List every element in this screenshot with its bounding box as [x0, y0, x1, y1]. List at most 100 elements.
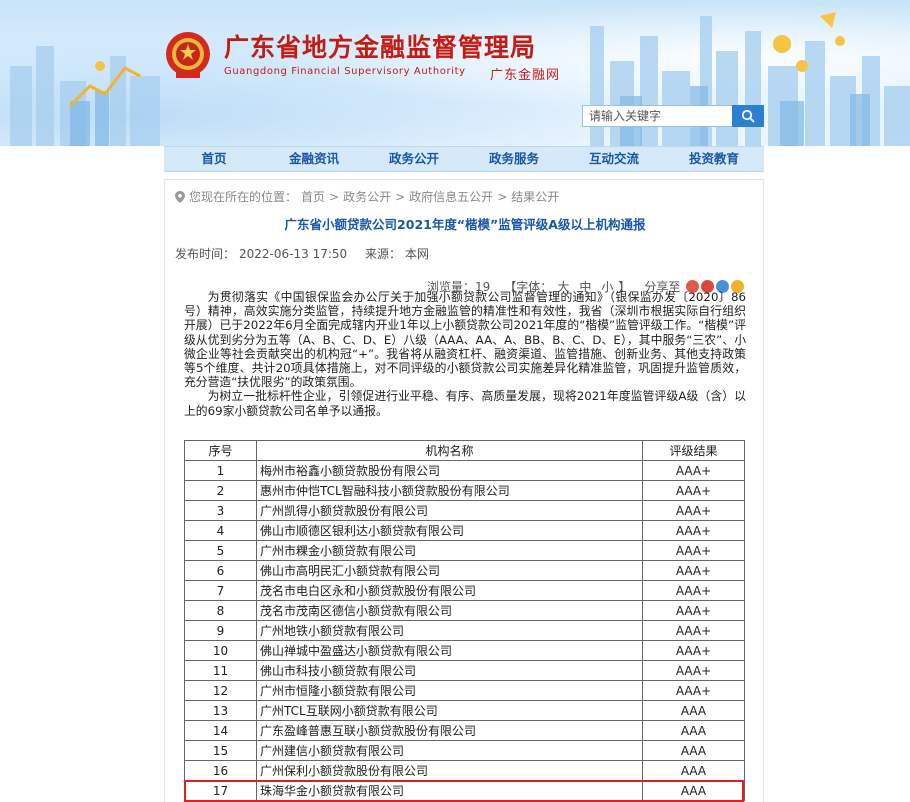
row-institution: 广州市粿金小额贷款有限公司 [256, 540, 643, 561]
table-row: 17 珠海华金小额贷款有限公司 AAA [184, 780, 745, 801]
row-rating: AAA [642, 760, 745, 781]
article-paragraph-2: 为树立一批标杆性企业，引领促进行业平稳、有序、高质量发展，现将2021年度监管评… [184, 389, 746, 418]
row-rating: AAA+ [642, 580, 745, 601]
row-institution: 梅州市裕鑫小额贷款股份有限公司 [256, 460, 643, 481]
article-body: 为贯彻落实《中国银保监会办公厅关于加强小额贷款公司监督管理的通知》（银保监办发〔… [184, 290, 746, 418]
table-row: 5 广州市粿金小额贷款有限公司 AAA+ [184, 540, 745, 561]
row-rating: AAA+ [642, 680, 745, 701]
header-rating: 评级结果 [642, 440, 745, 461]
row-institution: 惠州市仲恺TCL智融科技小额贷款股份有限公司 [256, 480, 643, 501]
row-institution: 佛山市高明民汇小额贷款有限公司 [256, 560, 643, 581]
table-row: 3 广州凯得小额贷款股份有限公司 AAA+ [184, 500, 745, 521]
site-short-name: 广东金融网 [490, 68, 561, 83]
row-index: 17 [184, 780, 257, 801]
nav-item-investor-education[interactable]: 投资教育 [664, 147, 764, 171]
breadcrumb-separator: > [329, 189, 340, 204]
row-index: 10 [184, 640, 257, 661]
row-index: 5 [184, 540, 257, 561]
table-row: 16 广州保利小额贷款股份有限公司 AAA [184, 760, 745, 781]
row-index: 2 [184, 480, 257, 501]
breadcrumb-prefix: 您现在所在的位置： [189, 190, 298, 204]
breadcrumb-separator: > [395, 189, 406, 204]
row-rating: AAA+ [642, 520, 745, 541]
row-index: 6 [184, 560, 257, 581]
table-row: 12 广州市恒隆小额贷款有限公司 AAA+ [184, 680, 745, 701]
header-institution: 机构名称 [256, 440, 643, 461]
breadcrumb-results[interactable]: 结果公开 [511, 188, 559, 205]
main-nav: 首页 金融资讯 政务公开 政务服务 互动交流 投资教育 [164, 146, 764, 172]
table-row: 4 佛山市顺德区银利达小额贷款有限公司 AAA+ [184, 520, 745, 541]
row-rating: AAA+ [642, 480, 745, 501]
row-rating: AAA+ [642, 560, 745, 581]
search-input[interactable] [582, 105, 732, 127]
table-row: 6 佛山市高明民汇小额贷款有限公司 AAA+ [184, 560, 745, 581]
header-banner: 广东省地方金融监督管理局 Guangdong Financial Supervi… [0, 0, 910, 146]
row-index: 3 [184, 500, 257, 521]
row-institution: 茂名市电白区永和小额贷款股份有限公司 [256, 580, 643, 601]
rating-table: 序号 机构名称 评级结果 1 梅州市裕鑫小额贷款股份有限公司 AAA+ 2 惠州市仲恺T… [184, 440, 745, 801]
row-index: 1 [184, 460, 257, 481]
row-institution: 珠海华金小额贷款有限公司 [256, 780, 643, 801]
row-rating: AAA+ [642, 540, 745, 561]
row-institution: 佛山禅城中盈盛达小额贷款有限公司 [256, 640, 643, 661]
row-index: 16 [184, 760, 257, 781]
table-row: 7 茂名市电白区永和小额贷款股份有限公司 AAA+ [184, 580, 745, 601]
table-row: 15 广州建信小额贷款有限公司 AAA [184, 740, 745, 761]
breadcrumb: 您现在所在的位置： 首页 > 政务公开 > 政府信息五公开 > 结果公开 [175, 188, 559, 205]
row-index: 14 [184, 720, 257, 741]
breadcrumb-separator: > [497, 189, 508, 204]
row-institution: 广州市恒隆小额贷款有限公司 [256, 680, 643, 701]
search-bar [582, 105, 764, 127]
row-institution: 广州建信小额贷款有限公司 [256, 740, 643, 761]
row-index: 9 [184, 620, 257, 641]
row-rating: AAA+ [642, 660, 745, 681]
row-rating: AAA+ [642, 640, 745, 661]
row-institution: 佛山市科技小额贷款有限公司 [256, 660, 643, 681]
row-rating: AAA+ [642, 620, 745, 641]
row-index: 7 [184, 580, 257, 601]
publish-label: 发布时间： [175, 247, 236, 261]
row-institution: 广州TCL互联网小额贷款有限公司 [256, 700, 643, 721]
table-row: 10 佛山禅城中盈盛达小额贷款有限公司 AAA+ [184, 640, 745, 661]
table-row: 11 佛山市科技小额贷款有限公司 AAA+ [184, 660, 745, 681]
publish-time: 2022-06-13 17:50 [239, 247, 348, 261]
nav-item-finance-news[interactable]: 金融资讯 [264, 147, 364, 171]
table-row: 2 惠州市仲恺TCL智融科技小额贷款股份有限公司 AAA+ [184, 480, 745, 501]
site-title: 广东省地方金融监督管理局 [224, 33, 537, 62]
nav-item-government-services[interactable]: 政务服务 [464, 147, 564, 171]
breadcrumb-government-affairs[interactable]: 政务公开 [343, 188, 391, 205]
nav-item-government-affairs[interactable]: 政务公开 [364, 147, 464, 171]
row-rating: AAA [642, 740, 745, 761]
row-index: 8 [184, 600, 257, 621]
row-institution: 佛山市顺德区银利达小额贷款有限公司 [256, 520, 643, 541]
row-institution: 广州保利小额贷款股份有限公司 [256, 760, 643, 781]
row-rating: AAA [642, 780, 745, 801]
row-rating: AAA+ [642, 600, 745, 621]
nav-item-interaction[interactable]: 互动交流 [564, 147, 664, 171]
row-institution: 广州地铁小额贷款有限公司 [256, 620, 643, 641]
breadcrumb-five-disclosures[interactable]: 政府信息五公开 [409, 188, 493, 205]
search-icon [741, 109, 755, 123]
article-title: 广东省小额贷款公司2021年度“楷模”监管评级A级以上机构通报 [284, 217, 646, 232]
table-row: 14 广东盈峰普惠互联小额贷款股份有限公司 AAA [184, 720, 745, 741]
table-row: 1 梅州市裕鑫小额贷款股份有限公司 AAA+ [184, 460, 745, 481]
row-rating: AAA [642, 700, 745, 721]
location-pin-icon [175, 190, 185, 203]
row-institution: 茂名市茂南区德信小额贷款有限公司 [256, 600, 643, 621]
national-emblem-icon [166, 32, 210, 78]
search-button[interactable] [732, 105, 764, 127]
table-header-row: 序号 机构名称 评级结果 [184, 440, 745, 461]
breadcrumb-home[interactable]: 首页 [301, 188, 325, 205]
article-paragraph-1: 为贯彻落实《中国银保监会办公厅关于加强小额贷款公司监督管理的通知》（银保监办发〔… [184, 290, 746, 390]
row-institution: 广东盈峰普惠互联小额贷款股份有限公司 [256, 720, 643, 741]
source-label: 来源： [364, 247, 401, 261]
row-index: 4 [184, 520, 257, 541]
row-index: 11 [184, 660, 257, 681]
row-index: 13 [184, 700, 257, 721]
row-rating: AAA+ [642, 460, 745, 481]
site-subtitle: Guangdong Financial Supervisory Authorit… [224, 66, 466, 77]
header-index: 序号 [184, 440, 257, 461]
nav-item-home[interactable]: 首页 [164, 147, 264, 171]
row-rating: AAA [642, 720, 745, 741]
table-row: 13 广州TCL互联网小额贷款有限公司 AAA [184, 700, 745, 721]
